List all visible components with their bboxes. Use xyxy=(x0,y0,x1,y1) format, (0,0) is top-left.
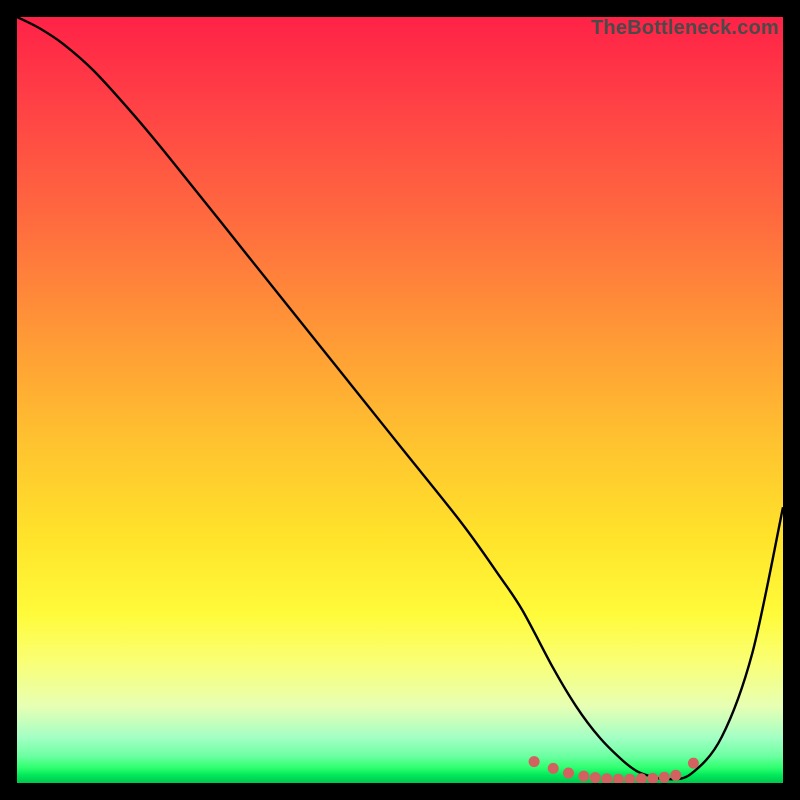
valley-dot xyxy=(578,771,589,782)
chart-frame: TheBottleneck.com xyxy=(17,17,783,783)
valley-dot xyxy=(624,774,635,783)
valley-dot xyxy=(659,772,670,783)
valley-dot xyxy=(601,773,612,783)
valley-dot xyxy=(647,773,658,783)
valley-dot xyxy=(529,756,540,767)
bottleneck-curve xyxy=(17,17,783,779)
valley-dot xyxy=(563,768,574,779)
valley-dot xyxy=(590,772,601,783)
valley-dot xyxy=(688,758,699,769)
valley-dot xyxy=(670,770,681,781)
valley-dot xyxy=(548,763,559,774)
valley-dots xyxy=(529,756,699,783)
chart-svg xyxy=(17,17,783,783)
valley-dot xyxy=(613,774,624,783)
